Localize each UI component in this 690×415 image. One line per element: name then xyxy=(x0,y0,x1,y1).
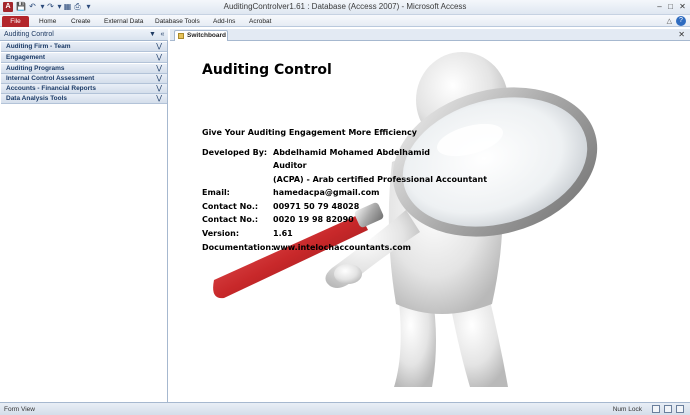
nav-group-label: Internal Control Assessment xyxy=(6,75,95,82)
help-icon[interactable]: ? xyxy=(676,16,686,26)
documentation-label: Documentation: xyxy=(202,243,275,252)
title-bar: A 💾 ↶ ▾ ↷ ▾ ▦ ⎙ ▾ AuditingControlver1.61… xyxy=(0,0,690,15)
nav-group-label: Data Analysis Tools xyxy=(6,95,68,102)
contact-value-1: 00971 50 79 48028 xyxy=(273,202,360,211)
layout-view-icon[interactable] xyxy=(664,405,672,413)
nav-group-label: Auditing Firm - Team xyxy=(6,43,71,50)
close-button[interactable]: ✕ xyxy=(677,2,688,12)
contact-label-2: Contact No.: xyxy=(202,215,259,224)
nav-group-accounts-financial-reports[interactable]: Accounts - Financial Reports ⋁ xyxy=(1,84,167,94)
minimize-button[interactable]: – xyxy=(654,2,665,12)
chevron-down-icon: ⋁ xyxy=(156,65,162,72)
tab-acrobat[interactable]: Acrobat xyxy=(249,16,271,27)
close-document-icon[interactable]: ✕ xyxy=(678,29,685,40)
status-bar: Form View Num Lock xyxy=(0,402,690,415)
nav-group-auditing-programs[interactable]: Auditing Programs ⋁ xyxy=(1,64,167,74)
window-title: AuditingControlver1.61 : Database (Acces… xyxy=(223,2,467,11)
developer-name: Abdelhamid Mohamed Abdelhamid xyxy=(273,148,431,157)
tab-database-tools[interactable]: Database Tools xyxy=(155,16,200,27)
tab-file[interactable]: File xyxy=(2,16,29,27)
navigation-pane: Auditing Control ▼ « Auditing Firm - Tea… xyxy=(0,29,168,402)
developer-certification: (ACPA) - Arab certified Professional Acc… xyxy=(273,175,488,184)
form-icon xyxy=(178,33,184,39)
switchboard-title: Auditing Control xyxy=(202,62,332,78)
nav-menu-dropdown-icon[interactable]: ▼ xyxy=(148,30,157,39)
contact-label-1: Contact No.: xyxy=(202,202,259,211)
nav-group-label: Accounts - Financial Reports xyxy=(6,85,96,92)
document-area: Switchboard ✕ Auditing Control Give Your… xyxy=(170,29,690,402)
form-view-icon[interactable] xyxy=(652,405,660,413)
status-num-lock: Num Lock xyxy=(612,406,642,413)
developed-by-label: Developed By: xyxy=(202,148,268,157)
email-label: Email: xyxy=(202,188,230,197)
version-label: Version: xyxy=(202,229,240,238)
chevron-down-icon: ⋁ xyxy=(156,75,162,82)
nav-pane-header: Auditing Control ▼ « xyxy=(0,29,168,41)
nav-group-label: Engagement xyxy=(6,54,46,61)
tagline: Give Your Auditing Engagement More Effic… xyxy=(202,128,417,137)
developer-role: Auditor xyxy=(273,161,307,170)
switchboard-form: Auditing Control Give Your Auditing Enga… xyxy=(170,42,690,402)
version-value: 1.61 xyxy=(273,229,293,238)
tab-external-data[interactable]: External Data xyxy=(104,16,143,27)
tab-create[interactable]: Create xyxy=(71,16,91,27)
chevron-down-icon: ⋁ xyxy=(156,85,162,92)
nav-group-auditing-firm-team[interactable]: Auditing Firm - Team ⋁ xyxy=(1,42,167,52)
shutter-bar-collapse-icon[interactable]: « xyxy=(158,30,167,39)
nav-group-label: Auditing Programs xyxy=(6,65,65,72)
nav-group-engagement[interactable]: Engagement ⋁ xyxy=(1,53,167,63)
tab-home[interactable]: Home xyxy=(39,16,56,27)
tab-add-ins[interactable]: Add-Ins xyxy=(213,16,235,27)
chevron-down-icon: ⋁ xyxy=(156,43,162,50)
email-value[interactable]: hamedacpa@gmail.com xyxy=(273,188,379,197)
contact-value-2: 0020 19 98 82090 xyxy=(273,215,354,224)
documentation-link[interactable]: www.intelochaccountants.com xyxy=(273,243,411,252)
chevron-down-icon: ⋁ xyxy=(156,54,162,61)
nav-group-data-analysis-tools[interactable]: Data Analysis Tools ⋁ xyxy=(1,94,167,104)
ribbon-tabs: File Home Create External Data Database … xyxy=(0,15,690,27)
tab-switchboard[interactable]: Switchboard xyxy=(174,30,228,41)
chevron-down-icon: ⋁ xyxy=(156,95,162,102)
status-view-mode: Form View xyxy=(4,406,35,413)
document-tab-label: Switchboard xyxy=(187,32,227,39)
minimize-ribbon-icon[interactable]: △ xyxy=(667,16,672,27)
nav-group-internal-control-assessment[interactable]: Internal Control Assessment ⋁ xyxy=(1,74,167,84)
document-tab-strip: Switchboard ✕ xyxy=(170,29,690,41)
nav-pane-title[interactable]: Auditing Control xyxy=(4,30,54,40)
design-view-icon[interactable] xyxy=(676,405,684,413)
maximize-button[interactable]: □ xyxy=(665,2,676,12)
